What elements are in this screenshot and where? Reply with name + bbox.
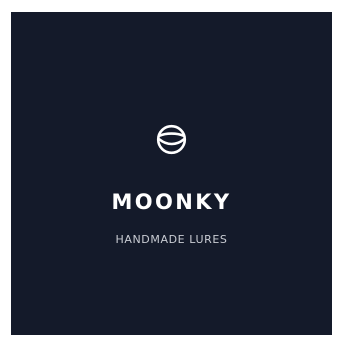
brand-tagline: HANDMADE LURES <box>115 233 228 246</box>
brand-name: MOONKY <box>111 190 232 214</box>
logo-card: MOONKY HANDMADE LURES <box>11 12 332 335</box>
moon-lure-icon <box>156 124 187 155</box>
